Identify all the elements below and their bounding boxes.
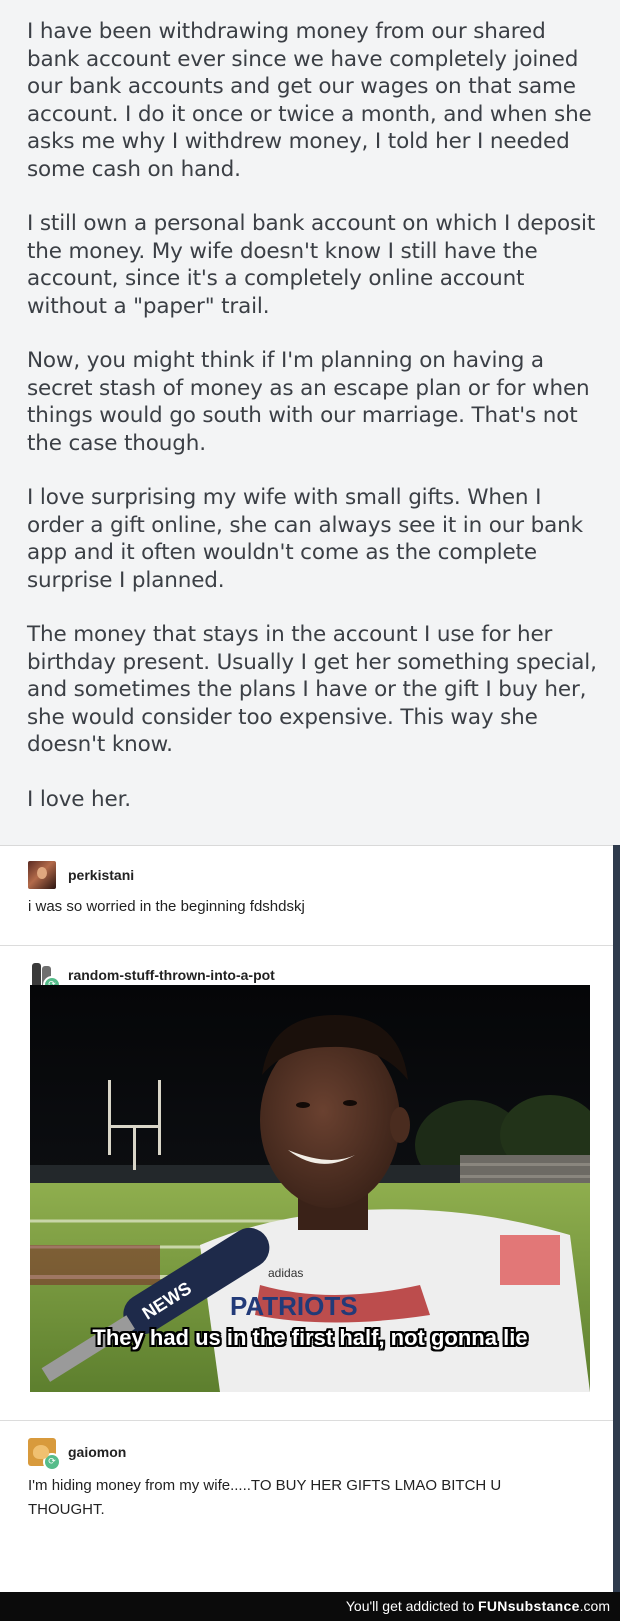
reply-thread: perkistani i was so worried in the begin… xyxy=(0,845,620,1615)
reply-text: i was so worried in the beginning fdshds… xyxy=(28,898,305,915)
username-link[interactable]: gaiomon xyxy=(68,1444,126,1460)
story-paragraph: I still own a personal bank account on w… xyxy=(27,211,596,319)
shirt-brand: adidas xyxy=(268,1266,303,1280)
reply-header: perkistani xyxy=(28,861,134,889)
story-post: I have been withdrawing money from our s… xyxy=(0,0,620,845)
story-paragraph: I love her. xyxy=(27,786,131,812)
user-avatar-icon[interactable]: ⟳ xyxy=(28,1438,61,1471)
footer-brand[interactable]: FUNsubstance xyxy=(478,1598,580,1614)
scrollbar[interactable] xyxy=(613,845,620,1615)
reply-text: I'm hiding money from my wife.....TO BUY… xyxy=(28,1477,502,1518)
reply-gaiomon: ⟳ gaiomon I'm hiding money from my wife.… xyxy=(0,1420,613,1595)
reply-perkistani: perkistani i was so worried in the begin… xyxy=(0,845,613,917)
story-paragraph: The money that stays in the account I us… xyxy=(27,622,597,757)
meme-image: PATRIOTS adidas NEWS They had us in the xyxy=(30,985,590,1392)
reply-header: ⟳ gaiomon xyxy=(28,1438,126,1471)
avatar-figure xyxy=(32,963,41,985)
user-avatar-icon[interactable] xyxy=(28,861,56,889)
username-link[interactable]: perkistani xyxy=(68,867,134,883)
reblog-icon: ⟳ xyxy=(43,1453,61,1471)
story-paragraph: Now, you might think if I'm planning on … xyxy=(27,348,590,456)
jersey-text: PATRIOTS xyxy=(230,1291,358,1321)
footer-brand-suffix: .com xyxy=(579,1598,610,1614)
footer-tagline: You'll get addicted to xyxy=(345,1598,475,1614)
meme-caption: They had us in the first half, not gonna… xyxy=(92,1325,528,1350)
username-link[interactable]: random-stuff-thrown-into-a-pot xyxy=(68,967,275,983)
story-paragraph: I love surprising my wife with small gif… xyxy=(27,485,583,593)
story-paragraph: I have been withdrawing money from our s… xyxy=(27,19,592,182)
watermark-footer: You'll get addicted to FUNsubstance.com xyxy=(0,1592,620,1621)
